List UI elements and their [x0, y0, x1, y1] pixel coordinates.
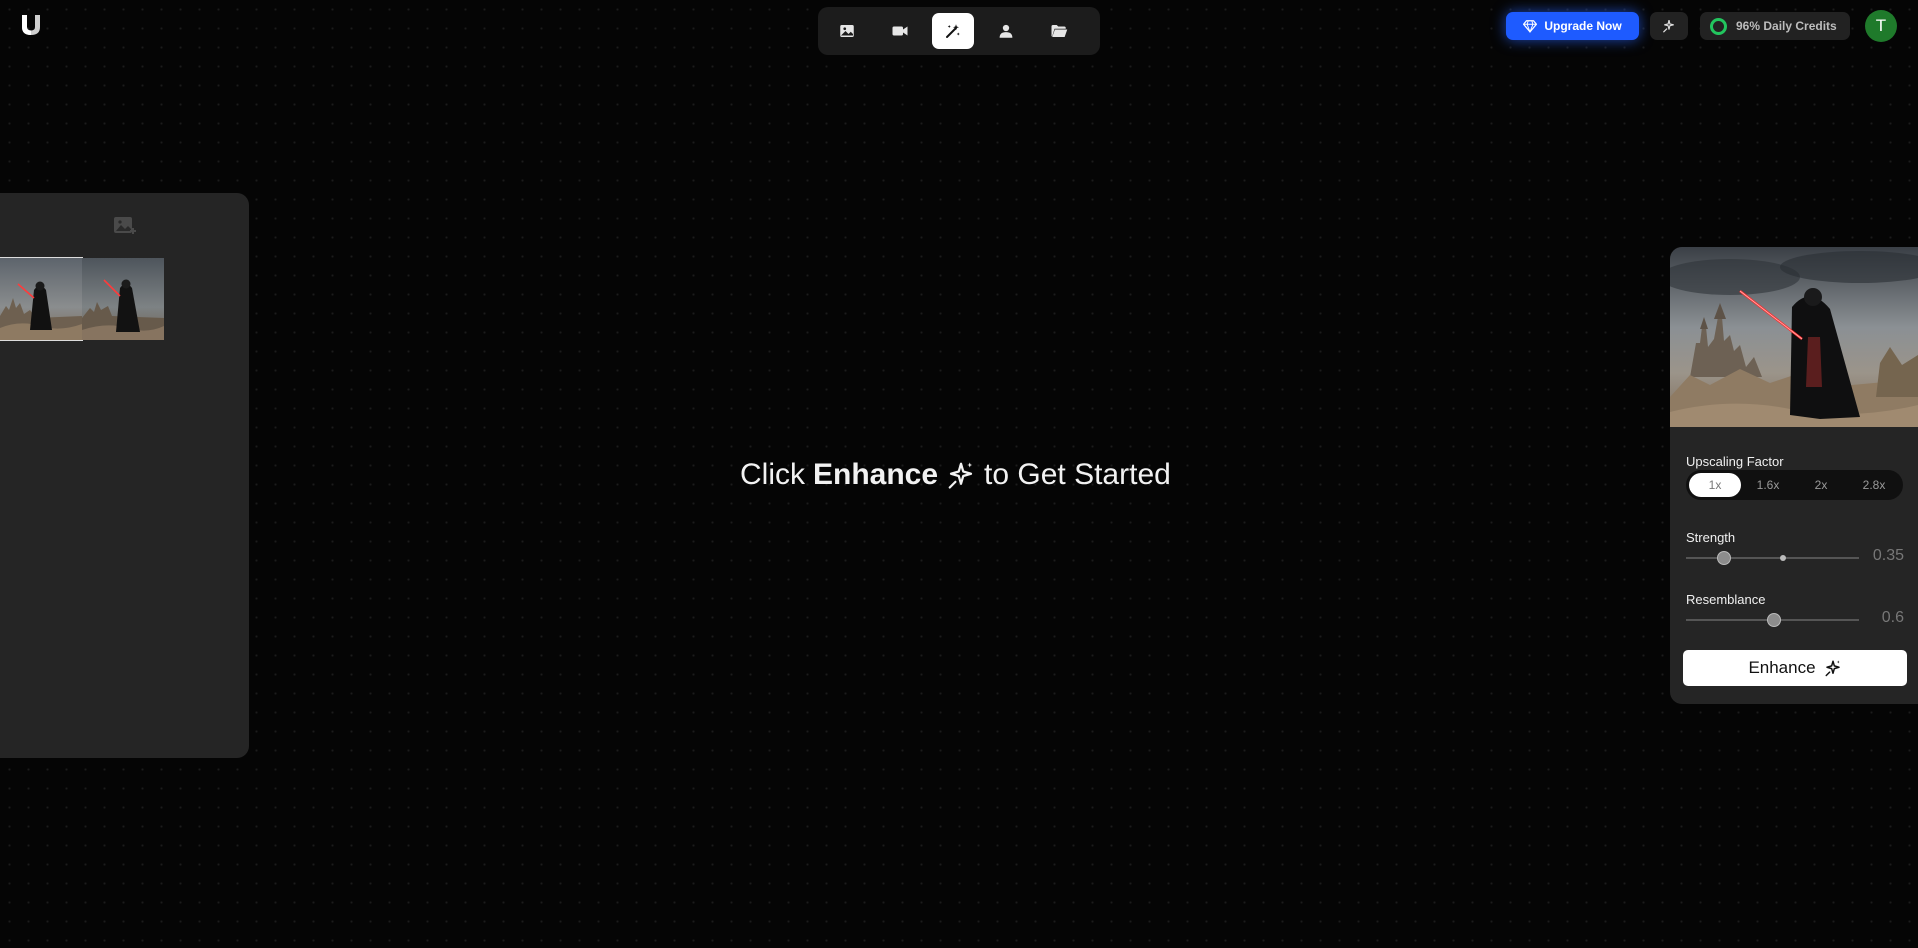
tool-files[interactable]	[1038, 13, 1080, 49]
get-started-prompt: Click Enhance to Get Started	[740, 455, 1180, 495]
add-image-icon[interactable]	[113, 215, 137, 239]
resemblance-slider-handle[interactable]	[1767, 613, 1781, 627]
strength-slider-default-marker	[1780, 555, 1786, 561]
credits-ring-icon	[1710, 17, 1727, 35]
strength-value: 0.35	[1872, 547, 1904, 564]
tool-enhance[interactable]	[932, 13, 974, 49]
factor-option-2-8x[interactable]: 2.8x	[1848, 473, 1900, 497]
sparkle-icon	[1825, 660, 1840, 677]
strength-slider-handle[interactable]	[1717, 551, 1731, 565]
sparkle-wand-icon	[1663, 20, 1674, 33]
enhance-button-label: Enhance	[1748, 658, 1816, 677]
upscaling-factor-label: Upscaling Factor	[1686, 454, 1784, 469]
gallery-thumbnail-selected[interactable]	[0, 257, 83, 341]
folder-open-icon	[1051, 25, 1068, 37]
sparkle-icon	[948, 462, 973, 489]
tool-image[interactable]	[826, 13, 868, 49]
factor-option-1-6x[interactable]: 1.6x	[1742, 473, 1794, 497]
daily-credits-indicator[interactable]: 96% Daily Credits	[1700, 12, 1850, 40]
sith-warrior-thumbnail-image	[82, 258, 164, 340]
prompt-prefix: Click	[740, 458, 805, 491]
credits-label: 96% Daily Credits	[1736, 19, 1837, 33]
mode-toolbar	[818, 7, 1100, 55]
upgrade-label: Upgrade Now	[1544, 19, 1622, 33]
prompt-suffix: to Get Started	[984, 458, 1171, 491]
u-logo-icon[interactable]	[18, 12, 44, 38]
resemblance-label: Resemblance	[1686, 592, 1766, 607]
preview-image	[1670, 247, 1918, 427]
avatar[interactable]: T	[1865, 10, 1897, 42]
image-icon	[840, 25, 854, 37]
sith-warrior-thumbnail-image	[0, 258, 82, 340]
person-icon	[999, 24, 1013, 38]
factor-option-2x[interactable]: 2x	[1795, 473, 1847, 497]
features-button[interactable]	[1650, 12, 1688, 40]
enhance-button[interactable]: Enhance	[1683, 650, 1907, 686]
avatar-initial: T	[1875, 16, 1887, 35]
diamond-icon	[1523, 20, 1538, 33]
upscaling-factor-selector: 1x 1.6x 2x 2.8x	[1686, 470, 1903, 500]
tool-video[interactable]	[879, 13, 921, 49]
tool-character[interactable]	[985, 13, 1027, 49]
factor-option-1x[interactable]: 1x	[1689, 473, 1741, 497]
video-camera-icon	[892, 26, 908, 36]
enhance-settings-panel: Upscaling Factor 1x 1.6x 2x 2.8x Strengt…	[1670, 247, 1918, 704]
resemblance-value: 0.6	[1881, 609, 1904, 626]
resemblance-slider[interactable]	[1686, 613, 1859, 627]
upgrade-button[interactable]: Upgrade Now	[1506, 12, 1639, 40]
prompt-enhance-word: Enhance	[813, 458, 939, 491]
gallery-thumbnail[interactable]	[82, 258, 164, 340]
magic-wand-icon	[946, 24, 960, 38]
strength-label: Strength	[1686, 530, 1736, 545]
strength-slider[interactable]	[1686, 551, 1859, 565]
